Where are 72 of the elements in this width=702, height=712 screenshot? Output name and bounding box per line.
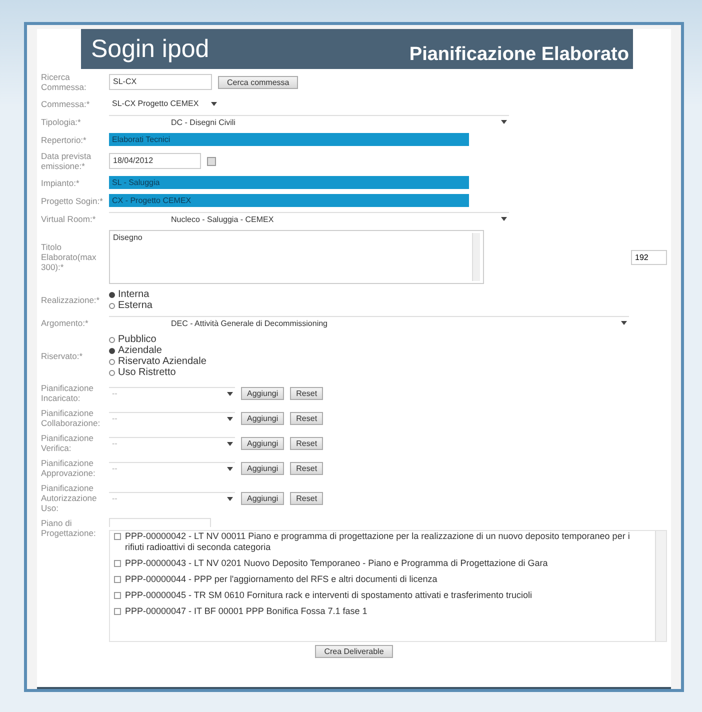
plan-item[interactable]: PPP-00000043 - LT NV 0201 Nuovo Deposito Temporaneo - Piano e Programma di Progettazione di Gara — [125, 558, 548, 569]
plan-list[interactable] — [109, 530, 667, 642]
radio-option[interactable]: Esterna — [109, 300, 667, 311]
filter-field[interactable] — [109, 518, 211, 527]
field-label: Realizzazione:* — [41, 295, 101, 305]
plan-button[interactable]: Reset — [290, 386, 324, 400]
dropdown-caret-icon[interactable] — [227, 496, 233, 500]
field-label: Data prevista emissione:* — [41, 151, 92, 171]
field-label: Commessa:* — [41, 98, 91, 108]
dropdown[interactable]: DEC - Attività Generale di Decommissioning — [109, 316, 629, 329]
field-label: Pianificazione Approvazione: — [41, 458, 96, 478]
dropdown-caret-icon[interactable] — [227, 392, 233, 396]
plan-item[interactable]: PPP-00000047 - IT BF 00001 PPP Bonifica Fossa 7.1 fase 1 — [125, 606, 368, 617]
field-label: Ricerca Commessa: — [41, 72, 88, 92]
checkbox[interactable] — [114, 592, 121, 599]
field-label: Argomento:* — [41, 318, 90, 328]
plan-button[interactable]: Reset — [290, 492, 324, 504]
checkbox[interactable] — [114, 560, 121, 567]
page-title: Pianificazione Elaborato — [409, 44, 629, 66]
dropdown-caret-icon[interactable] — [501, 217, 507, 221]
plan-button[interactable]: Reset — [290, 412, 324, 424]
highlighted-field[interactable]: Elaborati Tecnici — [109, 133, 469, 146]
plan-button[interactable]: Aggiungi — [241, 462, 284, 474]
dropdown-caret-icon[interactable] — [501, 120, 507, 124]
plan-item[interactable]: PPP-00000045 - TR SM 0610 Fornitura rack e interventi di spostamento attivati e trasferimento trucioli — [125, 590, 532, 601]
dropdown-caret-icon[interactable] — [227, 416, 233, 420]
field-label: Piano di Progettazione: — [41, 518, 97, 538]
radio-option[interactable]: Uso Ristretto — [109, 367, 667, 378]
field-label: Impianto:* — [41, 178, 80, 188]
checkbox[interactable] — [114, 533, 121, 540]
radio-option[interactable]: Pubblico — [109, 334, 667, 345]
dropdown-caret-icon[interactable] — [227, 466, 233, 470]
field-label: Pianificazione Verifica: — [41, 433, 94, 453]
plan-button[interactable]: Aggiungi — [241, 412, 284, 424]
plan-item[interactable]: PPP-00000044 - PPP per l'aggiornamento del RFS e altri documenti di licenza — [125, 574, 438, 585]
plan-button[interactable]: Aggiungi — [241, 436, 284, 450]
field-label: Pianificazione Collaborazione: — [41, 408, 102, 428]
field-label: Pianificazione Autorizzazione Uso: — [41, 483, 98, 513]
plan-button[interactable]: Aggiungi — [241, 492, 284, 504]
create-button[interactable]: Crea Deliverable — [315, 645, 393, 658]
highlighted-field[interactable]: CX - Progetto CEMEX — [109, 194, 469, 207]
checkbox[interactable] — [114, 608, 121, 615]
radio-option[interactable]: Aziendale — [109, 345, 667, 356]
search-button[interactable]: Cerca commessa — [218, 76, 298, 88]
scrollbar[interactable] — [655, 531, 666, 641]
field-label: Pianificazione Incaricato: — [41, 383, 94, 403]
radio-option[interactable]: Interna — [109, 289, 667, 300]
logo: Sogin ipod — [91, 34, 210, 64]
plan-button[interactable]: Reset — [290, 436, 324, 450]
field-label: Repertorio:* — [41, 134, 88, 144]
dropdown[interactable]: DC - Disegni Civili — [109, 115, 509, 128]
field-label: Riservato:* — [41, 351, 84, 361]
search-field[interactable]: SL-CX — [109, 74, 212, 90]
dropdown[interactable]: Nucleco - Saluggia - CEMEX — [109, 212, 509, 225]
dropdown-caret-icon[interactable] — [227, 442, 233, 446]
plan-item[interactable]: PPP-00000042 - LT NV 00011 Piano e programma di progettazione per la realizzazione di un nuovo deposito temporaneo per i rifiuti radioattivi di seconda categoria — [125, 531, 651, 553]
character-counter: 192 — [631, 250, 667, 264]
field-label: Titolo Elaborato(max 300):* — [41, 242, 98, 272]
dropdown-caret-icon[interactable] — [211, 102, 217, 106]
highlighted-field[interactable]: SL - Saluggia — [109, 176, 469, 189]
calendar-icon[interactable] — [207, 156, 216, 166]
plan-button[interactable]: Reset — [290, 462, 324, 474]
dropdown-caret-icon[interactable] — [621, 321, 627, 325]
checkbox[interactable] — [114, 576, 121, 583]
date-field[interactable]: 18/04/2012 — [109, 153, 201, 169]
field-label: Virtual Room:* — [41, 214, 97, 224]
title-textarea[interactable]: Disegno — [109, 230, 484, 284]
radio-option[interactable]: Riservato Aziendale — [109, 356, 667, 367]
field-label: Progetto Sogin:* — [41, 196, 104, 206]
commessa-select[interactable]: SL-CX Progetto CEMEX — [109, 97, 219, 110]
field-label: Tipologia:* — [41, 116, 82, 126]
plan-button[interactable]: Aggiungi — [241, 386, 284, 400]
